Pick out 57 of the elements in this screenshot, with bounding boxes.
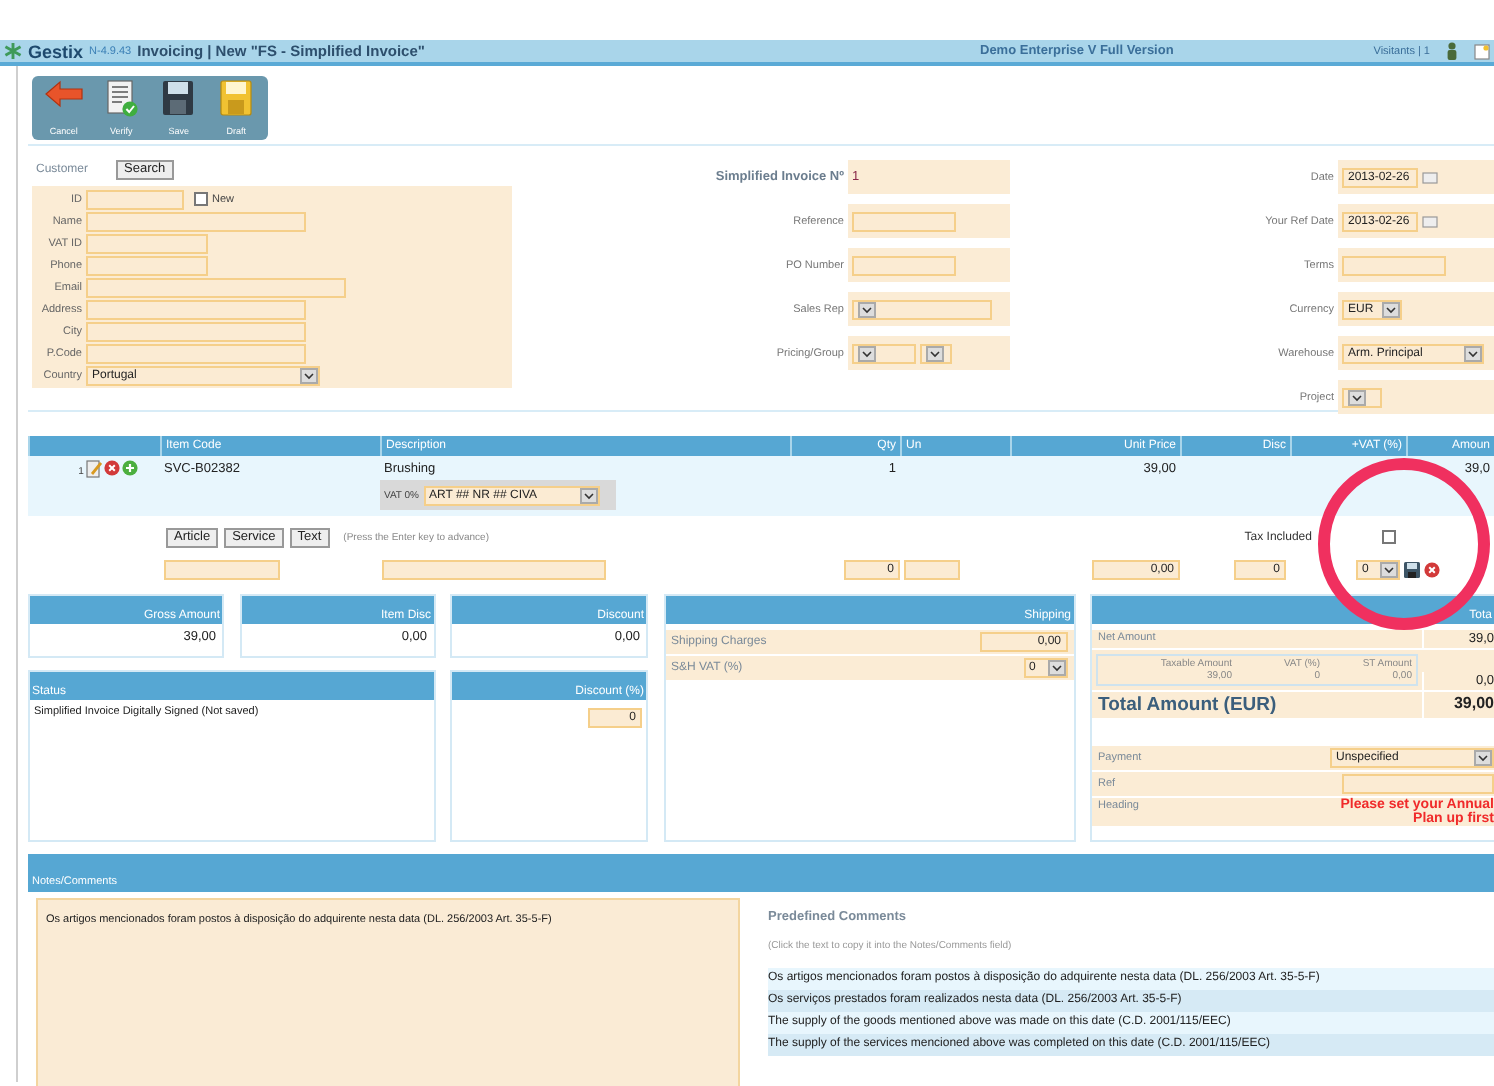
input-field[interactable]: [382, 559, 606, 579]
checkbox[interactable]: [1382, 530, 1396, 544]
dropdown-button[interactable]: [1464, 345, 1482, 361]
dropdown-button[interactable]: [1382, 301, 1400, 317]
delete-icon[interactable]: [1424, 561, 1440, 577]
input-field[interactable]: [904, 559, 960, 579]
chevron-down-icon: [304, 371, 314, 379]
input-field[interactable]: [86, 343, 306, 363]
input-field[interactable]: [86, 299, 306, 319]
input-field[interactable]: [86, 189, 184, 209]
document-check-icon: [105, 80, 138, 118]
person-icon[interactable]: [1446, 42, 1458, 60]
select-field[interactable]: [852, 299, 992, 319]
dropdown-button[interactable]: [579, 487, 598, 503]
calendar-icon[interactable]: [1422, 171, 1438, 183]
arrow-left-icon: [43, 80, 84, 108]
input-field[interactable]: [1342, 774, 1494, 794]
select-field[interactable]: [920, 343, 952, 363]
select-field[interactable]: [1342, 387, 1382, 407]
note-icon[interactable]: [1474, 43, 1490, 59]
input-field[interactable]: [86, 211, 306, 231]
column-header: [28, 436, 160, 456]
delete-icon[interactable]: [103, 460, 120, 476]
snowflake-logo-icon: [4, 42, 22, 60]
input-field[interactable]: [852, 211, 956, 231]
total-label: Total Amount (EUR): [1096, 692, 1279, 718]
input-field[interactable]: [852, 255, 956, 275]
chevron-down-icon: [583, 491, 594, 499]
add-icon[interactable]: [121, 460, 138, 476]
chevron-down-icon: [1468, 349, 1478, 357]
input-field[interactable]: [164, 559, 280, 579]
dropdown-button[interactable]: [1474, 750, 1492, 766]
input-field[interactable]: [86, 277, 346, 297]
input-field[interactable]: [86, 321, 306, 341]
input-field[interactable]: [86, 233, 208, 253]
chevron-down-icon: [930, 349, 940, 357]
chevron-down-icon: [862, 349, 872, 357]
select-field[interactable]: [852, 343, 916, 363]
dropdown-button[interactable]: [300, 367, 318, 383]
chevron-down-icon: [862, 305, 872, 313]
dropdown-button[interactable]: [858, 301, 876, 317]
chevron-down-icon: [1051, 664, 1061, 672]
dropdown-button[interactable]: [1047, 660, 1065, 676]
app-name: Gestix: [28, 41, 84, 61]
dropdown-button[interactable]: [858, 345, 876, 361]
input-field[interactable]: [1342, 255, 1446, 275]
input-field[interactable]: [86, 255, 208, 275]
chevron-down-icon: [1352, 393, 1362, 401]
chevron-down-icon: [1384, 565, 1394, 573]
checkbox[interactable]: [194, 192, 208, 206]
dropdown-button[interactable]: [1380, 561, 1398, 577]
dropdown-button[interactable]: [1348, 389, 1366, 405]
edit-icon[interactable]: [85, 460, 102, 478]
chevron-down-icon: [1386, 305, 1396, 313]
calendar-icon[interactable]: [1422, 215, 1438, 227]
chevron-down-icon: [1478, 754, 1488, 762]
dropdown-button[interactable]: [926, 345, 944, 361]
